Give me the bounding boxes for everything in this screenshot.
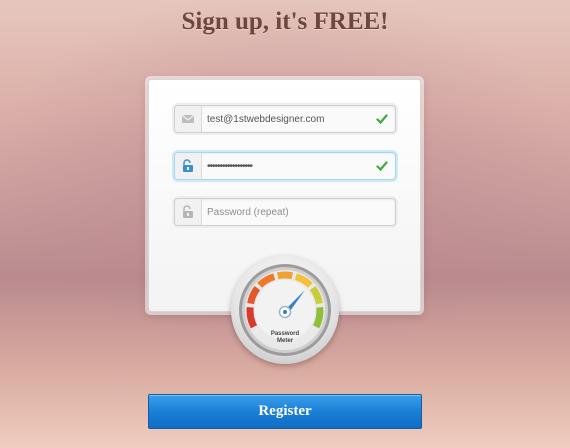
check-icon [376, 114, 388, 125]
register-button[interactable]: Register [148, 394, 422, 429]
password-repeat-input[interactable] [207, 203, 371, 221]
meter-label-line1: Password [270, 331, 300, 337]
password-meter: Password Meter [231, 256, 339, 364]
meter-label: Password Meter [260, 331, 310, 345]
check-icon [376, 161, 388, 172]
password-input[interactable] [207, 157, 371, 175]
email-input[interactable] [207, 110, 371, 128]
password-field[interactable] [174, 152, 396, 180]
email-field[interactable] [174, 105, 396, 133]
mail-icon [175, 106, 202, 132]
password-repeat-field[interactable] [174, 198, 396, 226]
page-title: Sign up, it's FREE! [181, 8, 389, 35]
unlock-icon [175, 199, 202, 225]
meter-dial [239, 264, 331, 356]
meter-label-line2: Meter [276, 338, 293, 344]
unlock-icon [175, 153, 202, 179]
